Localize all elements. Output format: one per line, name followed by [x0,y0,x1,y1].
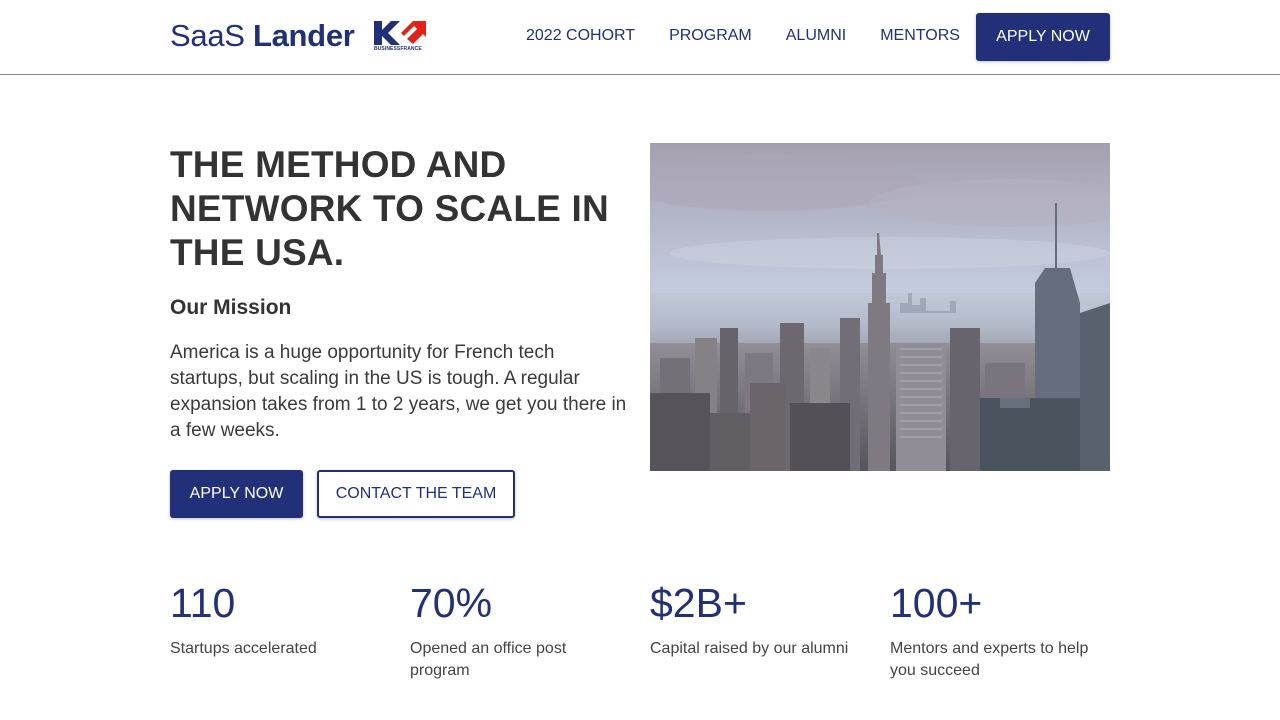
mission-text: America is a huge opportunity for French… [170,342,627,441]
nav-2022-cohort[interactable]: 2022 COHORT [526,26,635,46]
contact-team-button[interactable]: CONTACT THE TEAM [317,470,515,518]
main-nav: 2022 COHORT PROGRAM ALUMNI MENTORS [526,26,960,46]
header-apply-now-button[interactable]: APPLY NOW [976,13,1110,61]
stat-value: 100+ [890,580,983,626]
mission-heading: Our Mission [170,296,292,319]
new-york-skyline-image [650,143,1110,471]
stat-label: Mentors and experts to help you succeed [890,640,1089,679]
stat-label: Capital raised by our alumni [650,640,849,657]
stat-office: 70% Opened an office post program [410,580,630,682]
brand-wordmark: SaaS Lander [170,17,355,53]
nav-alumni[interactable]: ALUMNI [786,26,846,46]
stat-label: Opened an office post program [410,640,567,679]
stat-mentors: 100+ Mentors and experts to help you suc… [890,580,1110,682]
nav-mentors[interactable]: MENTORS [880,26,960,46]
stat-value: 110 [170,580,236,626]
hero-title: THE METHOD AND NETWORK TO SCALE IN THE U… [170,144,609,273]
business-france-icon [374,20,426,45]
hero-apply-now-button[interactable]: APPLY NOW [170,470,303,518]
stat-value: 70% [410,580,493,626]
stat-label: Startups accelerated [170,640,317,657]
stat-capital: $2B+ Capital raised by our alumni [650,580,870,660]
brand-logo[interactable]: SaaS Lander BUSINESSFRANCE [170,17,426,53]
nav-program[interactable]: PROGRAM [669,26,752,46]
site-header: SaaS Lander BUSINESSFRANCE 2022 COHORT P… [0,0,1280,75]
business-france-caption: BUSINESSFRANCE [374,46,422,52]
stat-value: $2B+ [650,580,747,626]
city-skyline-illustration [650,143,1110,471]
stat-startups: 110 Startups accelerated [170,580,390,660]
business-france-logo: BUSINESSFRANCE [374,20,426,53]
